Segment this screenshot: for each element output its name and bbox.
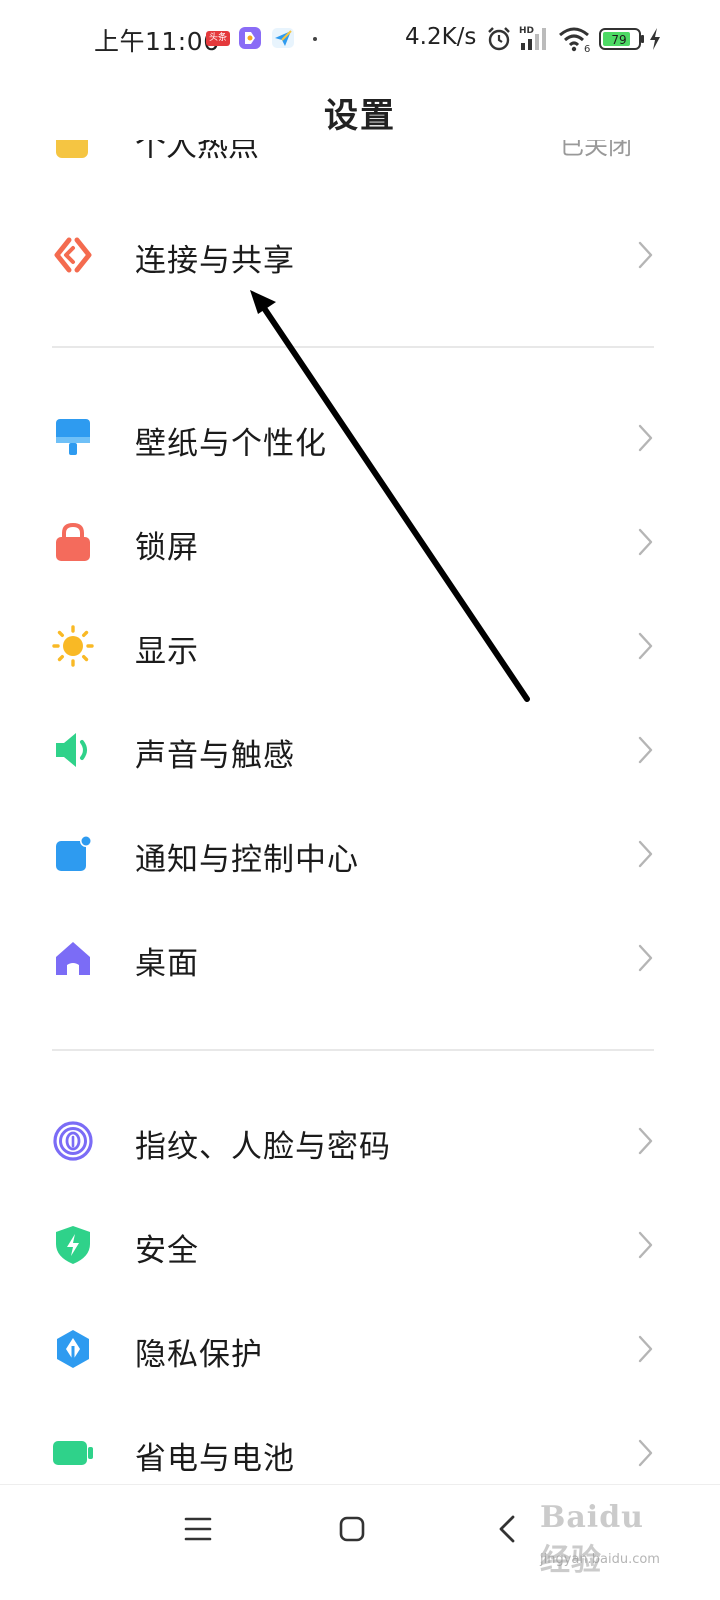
watermark: Baidu经验 jingyan.baidu.com xyxy=(540,1496,670,1578)
svg-text:79: 79 xyxy=(611,33,626,47)
home-icon xyxy=(56,942,90,975)
home-button-icon[interactable] xyxy=(332,1509,372,1549)
wifi-icon: 6 xyxy=(559,27,590,52)
connect-share-icon xyxy=(54,237,92,273)
alarm-icon xyxy=(488,27,510,51)
section-divider xyxy=(52,346,654,348)
network-speed: 4.2K/s xyxy=(405,24,477,50)
settings-item-value: 已关闭 xyxy=(560,140,632,160)
toutiao-app-icon: 头条 xyxy=(206,31,230,46)
settings-item-display[interactable]: 显示 xyxy=(0,598,720,694)
settings-item-security[interactable]: 安全 xyxy=(0,1197,720,1293)
cellular-signal-icon: HD xyxy=(519,26,546,50)
settings-item-label: 指纹、人脸与密码 xyxy=(135,1129,391,1165)
sun-icon xyxy=(52,625,94,667)
lock-icon xyxy=(56,522,90,561)
status-time: 上午11:06 xyxy=(94,27,220,56)
chevron-right-icon xyxy=(638,1127,653,1155)
settings-item-lock-screen[interactable]: 锁屏 xyxy=(0,494,720,590)
settings-item-connection-sharing[interactable]: 连接与共享 xyxy=(0,207,720,303)
chevron-right-icon xyxy=(638,632,653,660)
watermark-url: jingyan.baidu.com xyxy=(540,1552,660,1567)
chevron-right-icon xyxy=(638,1335,653,1363)
send-app-icon xyxy=(272,28,294,48)
menu-icon[interactable] xyxy=(178,1509,218,1549)
settings-item-label: 安全 xyxy=(135,1233,199,1269)
back-icon[interactable] xyxy=(488,1509,528,1549)
chevron-right-icon xyxy=(638,736,653,764)
notification-icon xyxy=(56,835,92,871)
page-title: 设置 xyxy=(324,96,396,136)
privacy-icon xyxy=(57,1330,89,1368)
watermark-brand: Baidu经验 xyxy=(540,1500,644,1578)
battery-status-icon: 79 xyxy=(599,28,644,50)
settings-item-hotspot[interactable]: 个人热点 已关闭 xyxy=(0,140,720,166)
chevron-right-icon xyxy=(638,424,653,452)
speaker-icon xyxy=(56,733,87,767)
chevron-right-icon xyxy=(638,840,653,868)
settings-item-notifications[interactable]: 通知与控制中心 xyxy=(0,806,720,902)
wallpaper-icon xyxy=(56,419,90,455)
chevron-right-icon xyxy=(638,241,653,269)
shield-icon xyxy=(56,1226,90,1264)
chevron-right-icon xyxy=(638,944,653,972)
chevron-right-icon xyxy=(638,1439,653,1467)
settings-item-label: 省电与电池 xyxy=(135,1441,295,1477)
app-notification-icon xyxy=(239,27,261,49)
settings-item-label: 通知与控制中心 xyxy=(135,842,359,878)
chevron-right-icon xyxy=(638,1231,653,1259)
svg-text:HD: HD xyxy=(519,26,534,36)
battery-icon xyxy=(53,1441,93,1465)
section-divider xyxy=(52,1049,654,1051)
settings-item-home-screen[interactable]: 桌面 xyxy=(0,910,720,1006)
svg-text:6: 6 xyxy=(584,44,590,52)
status-bar: 上午11:06 头条 4.2K/s HD 6 79 xyxy=(0,0,720,80)
settings-item-wallpaper[interactable]: 壁纸与个性化 xyxy=(0,390,720,486)
fingerprint-icon xyxy=(53,1121,93,1161)
hotspot-icon xyxy=(56,140,88,158)
settings-item-privacy[interactable]: 隐私保护 xyxy=(0,1301,720,1397)
settings-item-label: 锁屏 xyxy=(135,530,199,566)
more-notifications-dot xyxy=(313,37,317,41)
chevron-right-icon xyxy=(638,528,653,556)
settings-item-fingerprint[interactable]: 指纹、人脸与密码 xyxy=(0,1093,720,1189)
settings-item-label: 隐私保护 xyxy=(135,1337,263,1373)
charging-icon xyxy=(650,28,660,50)
settings-item-label: 声音与触感 xyxy=(135,738,295,774)
partial-row-clip: 个人热点 已关闭 xyxy=(0,140,720,166)
settings-item-label: 显示 xyxy=(135,634,199,670)
settings-item-label: 壁纸与个性化 xyxy=(135,426,327,462)
settings-item-label: 个人热点 xyxy=(135,140,259,164)
settings-item-label: 连接与共享 xyxy=(135,243,295,279)
settings-item-sound[interactable]: 声音与触感 xyxy=(0,702,720,798)
settings-item-label: 桌面 xyxy=(135,946,199,982)
